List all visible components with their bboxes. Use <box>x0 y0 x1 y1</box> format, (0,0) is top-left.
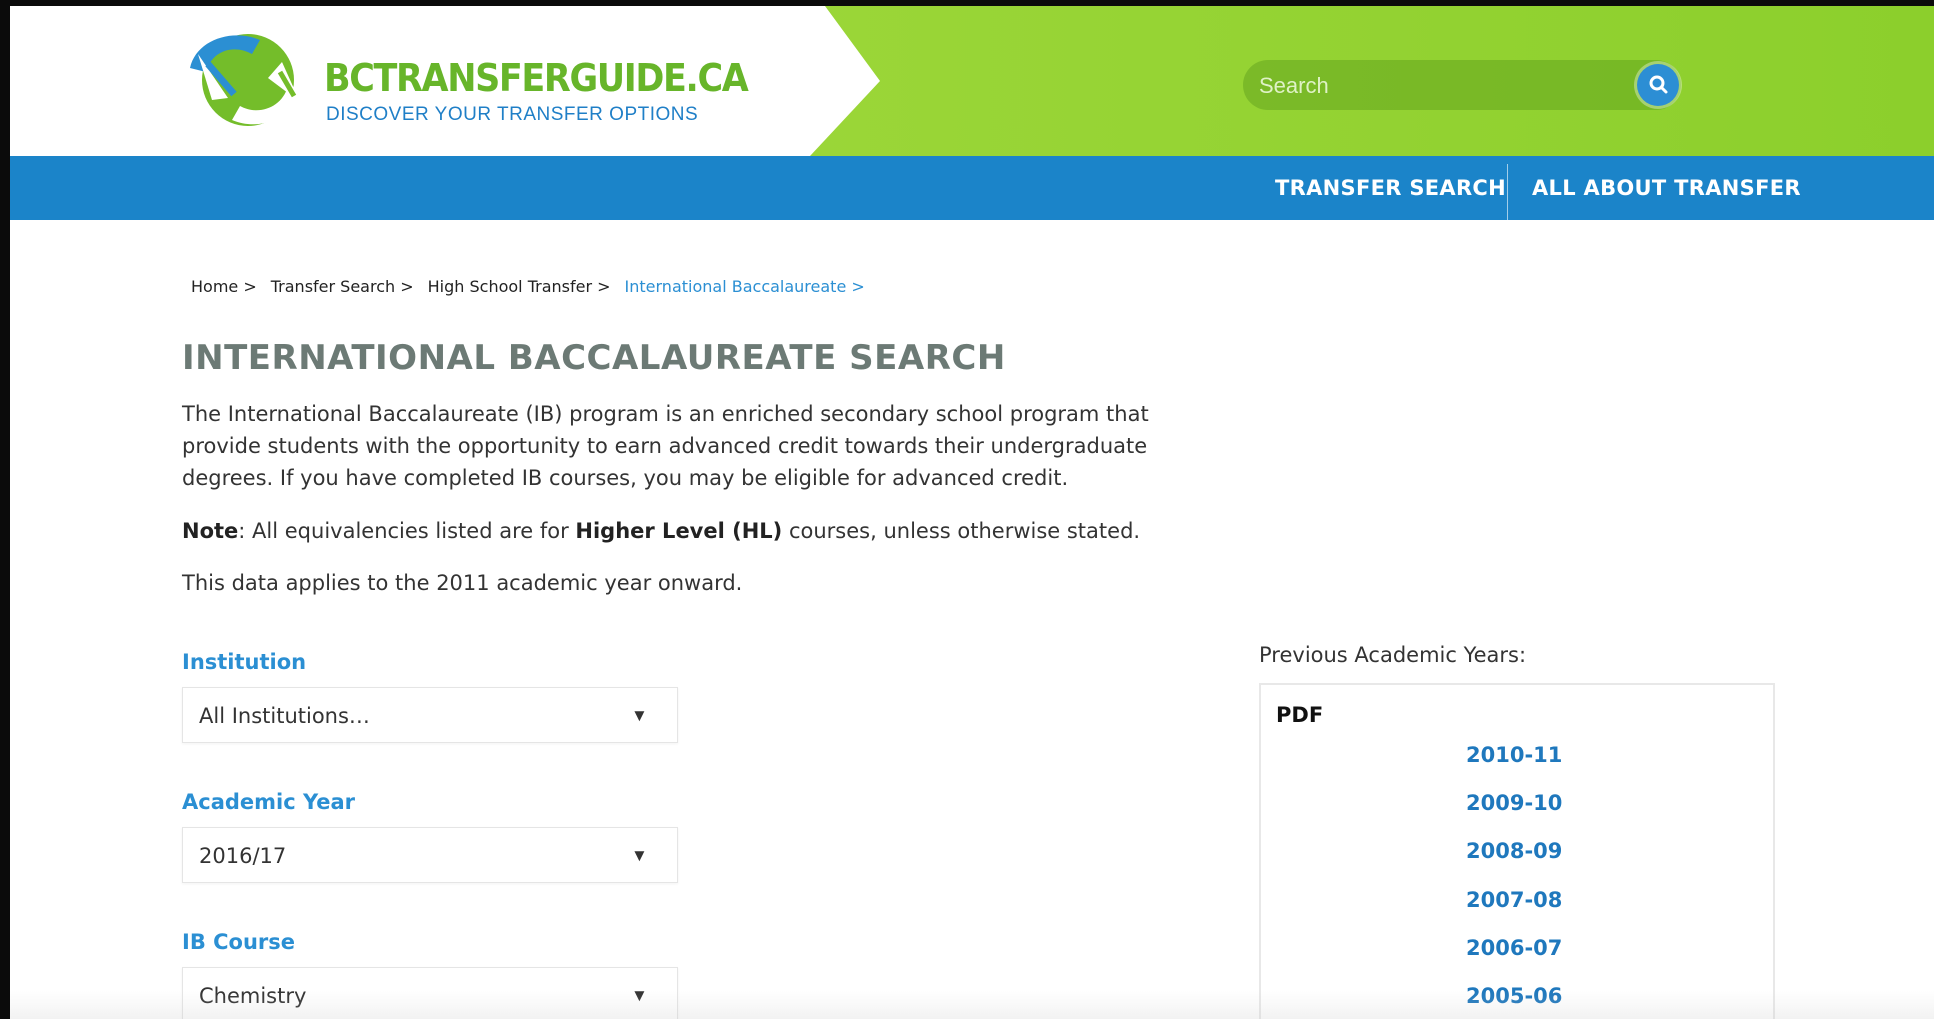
browser-page: BCTRANSFERGUIDE.CA DISCOVER YOUR TRANSFE… <box>10 6 1934 1019</box>
previous-years-box: PDF 2010-11 2009-10 2008-09 2007-08 2006… <box>1259 683 1775 1019</box>
academic-year-label: Academic Year <box>182 790 356 814</box>
dropdown-arrow-icon: ▼ <box>631 706 648 725</box>
page-title: INTERNATIONAL BACCALAUREATE SEARCH <box>182 338 1006 378</box>
main-nav: TRANSFER SEARCH ALL ABOUT TRANSFER <box>10 156 1934 220</box>
intro-text: The International Baccalaureate (IB) pro… <box>182 402 1149 490</box>
breadcrumb-transfer-search[interactable]: Transfer Search > <box>271 277 414 296</box>
bottom-fade <box>10 991 1934 1019</box>
site-header: BCTRANSFERGUIDE.CA DISCOVER YOUR TRANSFE… <box>10 6 1934 156</box>
breadcrumb: Home > Transfer Search > High School Trans… <box>191 277 879 296</box>
ib-course-label: IB Course <box>182 930 296 954</box>
search-box <box>1243 60 1681 110</box>
institution-value: All Institutions… <box>199 704 370 728</box>
breadcrumb-high-school-transfer[interactable]: High School Transfer > <box>428 277 611 296</box>
search-icon <box>1649 75 1668 94</box>
institution-select[interactable]: All Institutions… ▼ <box>182 687 678 743</box>
academic-year-select[interactable]: 2016/17 ▼ <box>182 827 678 883</box>
pdf-link-2006-07[interactable]: 2006-07 <box>1466 936 1562 960</box>
academic-year-value: 2016/17 <box>199 844 287 868</box>
pdf-link-2007-08[interactable]: 2007-08 <box>1466 888 1562 912</box>
pdf-link-2008-09[interactable]: 2008-09 <box>1466 839 1562 863</box>
pdf-heading: PDF <box>1276 703 1324 727</box>
pdf-link-2009-10[interactable]: 2009-10 <box>1466 791 1562 815</box>
dropdown-arrow-icon: ▼ <box>631 846 648 865</box>
logo-tagline: DISCOVER YOUR TRANSFER OPTIONS <box>326 104 699 125</box>
breadcrumb-home[interactable]: Home > <box>191 277 257 296</box>
applies-text: This data applies to the 2011 academic y… <box>182 571 743 595</box>
search-input[interactable] <box>1257 67 1621 105</box>
logo-arrows-icon <box>190 34 302 126</box>
breadcrumb-international-baccalaureate[interactable]: International Baccalaureate > <box>625 277 865 296</box>
note-text: Note: All equivalencies listed are for H… <box>182 515 1162 547</box>
institution-label: Institution <box>182 650 307 674</box>
logo-title: BCTRANSFERGUIDE.CA <box>324 56 749 100</box>
search-button[interactable] <box>1637 64 1679 106</box>
site-logo[interactable]: BCTRANSFERGUIDE.CA DISCOVER YOUR TRANSFE… <box>182 28 752 138</box>
note-label: Note <box>182 519 239 543</box>
note-bold: Higher Level (HL) <box>575 519 783 543</box>
nav-transfer-search[interactable]: TRANSFER SEARCH <box>1275 156 1506 220</box>
nav-divider <box>1507 164 1508 220</box>
nav-all-about-transfer[interactable]: ALL ABOUT TRANSFER <box>1532 156 1801 220</box>
previous-years-label: Previous Academic Years: <box>1259 643 1527 667</box>
note-pre: : All equivalencies listed are for <box>238 519 576 543</box>
note-post: courses, unless otherwise stated. <box>782 519 1141 543</box>
pdf-link-2010-11[interactable]: 2010-11 <box>1466 743 1562 767</box>
